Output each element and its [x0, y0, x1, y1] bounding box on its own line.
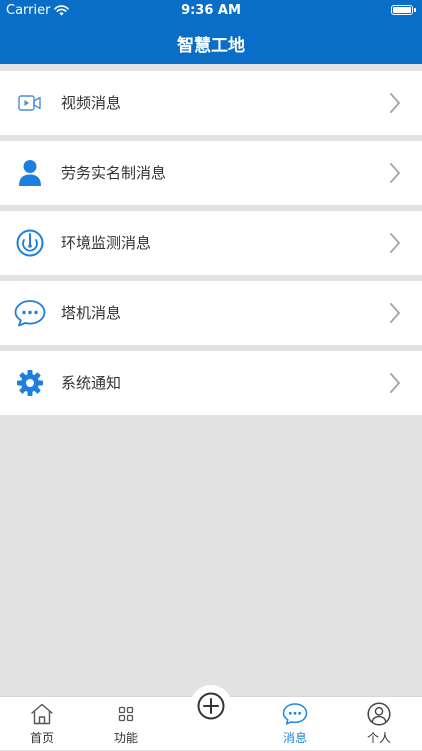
- app-header: Carrier 9:36 AM 智慧工地: [0, 0, 422, 64]
- status-time: 9:36 AM: [181, 3, 241, 18]
- tab-label: 个人: [366, 731, 391, 745]
- tab-label: 首页: [29, 731, 54, 745]
- chevron-right-icon: [390, 233, 400, 253]
- message-category-list: 视频消息 劳务实名制消息 环境监测消息 塔机消息 系统通知: [0, 71, 422, 421]
- menu-item-label: 塔机消息: [61, 304, 122, 322]
- battery-icon: [391, 5, 416, 15]
- person-icon: [14, 157, 46, 189]
- plus-circle-icon: [197, 692, 225, 720]
- menu-item-tower-crane-messages[interactable]: 塔机消息: [0, 281, 422, 345]
- tab-messages[interactable]: 消息: [253, 697, 337, 751]
- tab-profile[interactable]: 个人: [337, 697, 421, 751]
- menu-item-system-notifications[interactable]: 系统通知: [0, 351, 422, 415]
- menu-item-labor-realname-messages[interactable]: 劳务实名制消息: [0, 141, 422, 205]
- menu-item-environment-monitoring-messages[interactable]: 环境监测消息: [0, 211, 422, 275]
- message-icon: [282, 703, 308, 725]
- grid-icon: [118, 706, 134, 722]
- status-bar: Carrier 9:36 AM: [0, 0, 422, 22]
- page-title: 智慧工地: [177, 36, 245, 56]
- menu-item-label: 环境监测消息: [61, 234, 152, 252]
- gauge-icon: [14, 227, 46, 259]
- chevron-right-icon: [390, 163, 400, 183]
- home-icon: [31, 703, 53, 725]
- bottom-tab-bar: 首页 功能 消息 个人: [0, 685, 422, 751]
- chevron-right-icon: [390, 303, 400, 323]
- user-circle-icon: [367, 702, 391, 726]
- chevron-right-icon: [390, 93, 400, 113]
- video-icon: [14, 87, 46, 119]
- menu-item-label: 劳务实名制消息: [61, 164, 167, 182]
- tab-label: 消息: [282, 731, 307, 745]
- chat-bubble-icon: [14, 297, 46, 329]
- chevron-right-icon: [390, 373, 400, 393]
- menu-item-label: 视频消息: [61, 94, 122, 112]
- tab-home[interactable]: 首页: [0, 697, 84, 751]
- add-button[interactable]: [190, 685, 232, 727]
- menu-item-video-messages[interactable]: 视频消息: [0, 71, 422, 135]
- tab-label: 功能: [113, 731, 138, 745]
- tab-functions[interactable]: 功能: [84, 697, 168, 751]
- menu-item-label: 系统通知: [61, 374, 122, 392]
- gear-icon: [14, 367, 46, 399]
